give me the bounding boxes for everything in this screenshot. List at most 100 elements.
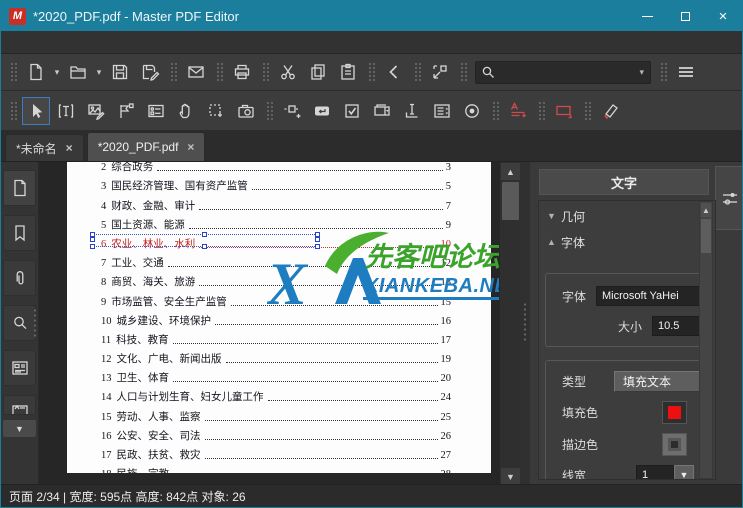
toc-row[interactable]: 14 人口与计划生育、妇女儿童工作 24 <box>101 385 451 404</box>
document-tab[interactable]: *2020_PDF.pdf × <box>87 132 206 161</box>
edit-form-tool-button[interactable] <box>142 97 170 125</box>
edit-image-tool-button[interactable] <box>82 97 110 125</box>
toc-row[interactable]: 18 民族、宗教 28 <box>101 462 451 473</box>
panel-scrollbar-thumb[interactable] <box>701 219 711 253</box>
toc-row[interactable]: 13 卫生、体育 20 <box>101 366 451 385</box>
line-width-dropdown[interactable]: ▼ <box>674 465 694 480</box>
new-document-button[interactable] <box>22 58 50 86</box>
edit-path-tool-button[interactable] <box>112 97 140 125</box>
cut-button[interactable] <box>274 58 302 86</box>
menu-item[interactable] <box>95 39 117 45</box>
toolbar-grip[interactable] <box>537 100 545 122</box>
hand-tool-button[interactable] <box>172 97 200 125</box>
menu-item[interactable] <box>117 39 139 45</box>
size-input[interactable]: 10.5 <box>652 316 700 336</box>
selection-handle[interactable] <box>315 237 320 242</box>
scroll-down-button[interactable]: ▼ <box>501 468 520 485</box>
panel-scrollbar[interactable]: ▲ <box>699 201 713 479</box>
minimize-button[interactable] <box>628 1 666 31</box>
toolbar-grip[interactable] <box>367 61 375 83</box>
toolbar-grip[interactable] <box>9 100 17 122</box>
toc-row[interactable]: 2 综合政务 3 <box>101 162 451 174</box>
back-button[interactable] <box>380 58 408 86</box>
toc-row[interactable]: 17 民政、扶贫、救灾 27 <box>101 443 451 462</box>
toc-row[interactable]: 8 商贸、海关、旅游 13 <box>101 270 451 289</box>
document-scrollbar[interactable]: ▲ ▼ <box>499 162 520 486</box>
panel-splitter[interactable] <box>520 162 530 486</box>
toc-row[interactable]: 4 财政、金融、审计 7 <box>101 193 451 212</box>
selection-handle[interactable] <box>90 244 95 249</box>
checkbox-field-tool-button[interactable] <box>338 97 366 125</box>
text-field-tool-button[interactable] <box>398 97 426 125</box>
selection-handle[interactable] <box>315 232 320 237</box>
sidebar-search-button[interactable] <box>3 305 36 341</box>
menu-item[interactable] <box>183 39 205 45</box>
splitter-grip[interactable] <box>523 302 527 342</box>
tab-close-icon[interactable]: × <box>66 141 73 155</box>
menu-item[interactable] <box>139 39 161 45</box>
menu-item[interactable] <box>7 39 29 45</box>
document-tab[interactable]: *未命名 × <box>5 134 84 161</box>
save-button[interactable] <box>106 58 134 86</box>
titlebar[interactable]: M *2020_PDF.pdf - Master PDF Editor × <box>1 1 742 31</box>
new-document-dropdown[interactable]: ▾ <box>51 58 63 86</box>
sidebar-form-fields-button[interactable] <box>3 395 36 415</box>
sidebar-bookmarks-button[interactable] <box>3 215 36 251</box>
fit-page-button[interactable] <box>426 58 454 86</box>
combobox-field-tool-button[interactable] <box>368 97 396 125</box>
link-tool-button[interactable] <box>278 97 306 125</box>
edit-text-tool-button[interactable] <box>52 97 80 125</box>
document-viewport[interactable]: 2 综合政务 3 3 国民经济管理、国有资产监管 5 <box>39 162 499 486</box>
email-button[interactable] <box>182 58 210 86</box>
toc-row[interactable]: 16 公安、安全、司法 26 <box>101 424 451 443</box>
toc-row[interactable]: 10 城乡建设、环境保护 16 <box>101 309 451 328</box>
sidebar-pages-button[interactable] <box>3 170 36 206</box>
menu-item[interactable] <box>161 39 183 45</box>
selection-handle[interactable] <box>90 232 95 237</box>
select-area-tool-button[interactable] <box>202 97 230 125</box>
toolbar-grip[interactable] <box>491 100 499 122</box>
close-button[interactable]: × <box>704 1 742 31</box>
open-file-button[interactable] <box>64 58 92 86</box>
search-input[interactable] <box>496 65 637 79</box>
toc-row[interactable]: 15 劳动、人事、监察 25 <box>101 404 451 423</box>
toc-row[interactable]: 7 工业、交通 12 <box>101 251 451 270</box>
toc-row[interactable]: 5 国土资源、能源 9 <box>101 213 451 232</box>
radio-field-tool-button[interactable] <box>458 97 486 125</box>
save-as-button[interactable] <box>136 58 164 86</box>
sidebar-splitter-grip[interactable] <box>33 308 37 338</box>
button-field-tool-button[interactable] <box>308 97 336 125</box>
toolbar-grip[interactable] <box>215 61 223 83</box>
select-tool-button[interactable] <box>22 97 50 125</box>
open-file-dropdown[interactable]: ▾ <box>93 58 105 86</box>
listbox-field-tool-button[interactable] <box>428 97 456 125</box>
toolbar-grip[interactable] <box>265 100 273 122</box>
pdf-page[interactable]: 2 综合政务 3 3 国民经济管理、国有资产监管 5 <box>67 162 491 473</box>
scrollbar-thumb[interactable] <box>502 182 519 220</box>
main-menu-button[interactable] <box>672 58 700 86</box>
stroke-color-button[interactable] <box>662 433 687 456</box>
toolbar-grip[interactable] <box>459 61 467 83</box>
menu-item[interactable] <box>73 39 95 45</box>
rectangle-annotation-tool-button[interactable] <box>550 97 578 125</box>
tab-close-icon[interactable]: × <box>187 140 194 154</box>
toc-row[interactable]: 9 市场监管、安全生产监管 15 <box>101 289 451 308</box>
fill-color-button[interactable] <box>662 401 687 424</box>
menu-item[interactable] <box>51 39 73 45</box>
selection-handle[interactable] <box>202 232 207 237</box>
sidebar-attachments-button[interactable] <box>3 260 36 296</box>
snapshot-tool-button[interactable] <box>232 97 260 125</box>
toc-row[interactable]: 11 科技、教育 17 <box>101 328 451 347</box>
toc-row[interactable]: 3 国民经济管理、国有资产监管 5 <box>101 174 451 193</box>
panel-scroll-up-button[interactable]: ▲ <box>701 203 711 217</box>
toolbar-grip[interactable] <box>659 61 667 83</box>
section-geometry[interactable]: ▼ 几何 <box>539 203 715 229</box>
toolbar-grip[interactable] <box>169 61 177 83</box>
sidebar-properties-button[interactable] <box>3 350 36 386</box>
text-annotation-tool-button[interactable] <box>504 97 532 125</box>
menu-item[interactable] <box>29 39 51 45</box>
type-dropdown[interactable]: 填充文本 <box>614 371 706 392</box>
font-name-input[interactable]: Microsoft YaHei <box>596 286 708 306</box>
paste-button[interactable] <box>334 58 362 86</box>
toolbar-grip[interactable] <box>583 100 591 122</box>
